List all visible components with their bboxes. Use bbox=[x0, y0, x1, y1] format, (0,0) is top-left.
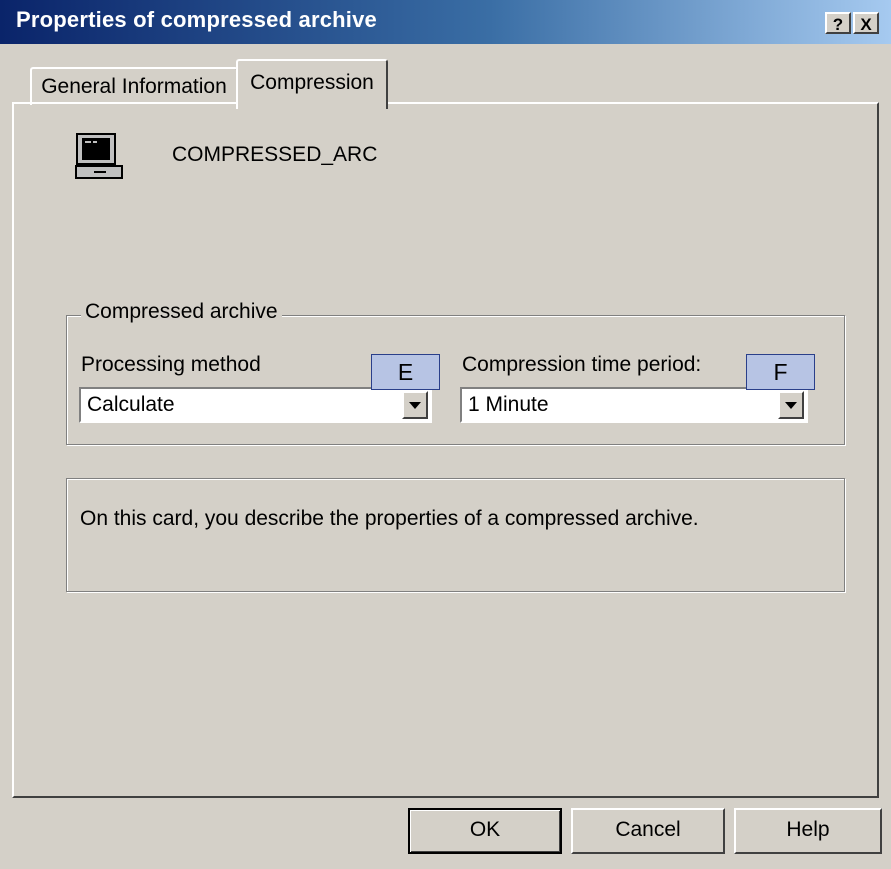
processing-method-select[interactable]: Calculate bbox=[79, 387, 432, 423]
compressed-archive-group: Compressed archive bbox=[66, 300, 845, 445]
tab-general-information-label: General Information bbox=[41, 75, 227, 98]
tab-compression[interactable]: Compression bbox=[236, 59, 388, 109]
title-bar[interactable]: Properties of compressed archive ? X bbox=[0, 0, 891, 44]
help-button[interactable]: Help bbox=[734, 808, 882, 854]
group-title: Compressed archive bbox=[81, 300, 282, 324]
description-text: On this card, you describe the propertie… bbox=[80, 507, 699, 530]
help-title-button[interactable]: ? bbox=[825, 12, 851, 34]
ok-button[interactable]: OK bbox=[408, 808, 562, 854]
processing-method-value: Calculate bbox=[87, 393, 175, 416]
compression-time-value: 1 Minute bbox=[468, 393, 549, 416]
tab-compression-label: Compression bbox=[250, 71, 374, 94]
tab-panel-compression bbox=[12, 102, 879, 798]
window-title: Properties of compressed archive bbox=[16, 7, 377, 32]
compression-time-label: Compression time period: bbox=[462, 353, 702, 376]
callout-f: F bbox=[746, 354, 815, 390]
chevron-down-icon[interactable] bbox=[778, 391, 804, 419]
object-name: COMPRESSED_ARC bbox=[172, 143, 378, 166]
compression-time-select[interactable]: 1 Minute bbox=[460, 387, 808, 423]
chevron-down-icon[interactable] bbox=[402, 391, 428, 419]
description-box: On this card, you describe the propertie… bbox=[66, 478, 845, 592]
tab-general-information[interactable]: General Information bbox=[30, 67, 238, 105]
processing-method-label: Processing method bbox=[81, 353, 261, 376]
callout-e: E bbox=[371, 354, 440, 390]
cancel-button[interactable]: Cancel bbox=[571, 808, 725, 854]
close-title-button[interactable]: X bbox=[853, 12, 879, 34]
